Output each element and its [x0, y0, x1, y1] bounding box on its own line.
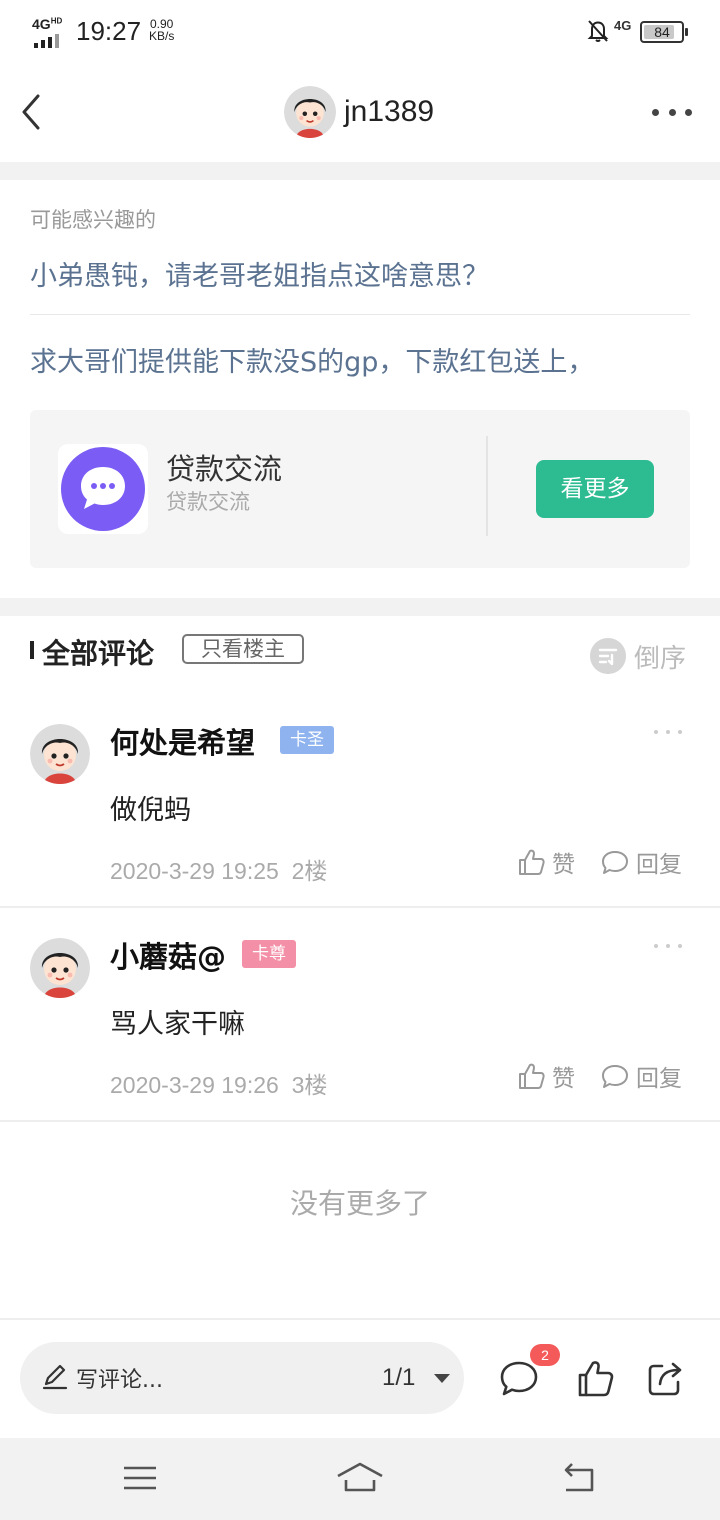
- reply-button[interactable]: 回复: [600, 1056, 682, 1096]
- comment-meta: 2020-3-29 19:25 2楼: [110, 858, 328, 884]
- post-author[interactable]: jn1389: [284, 86, 434, 138]
- chat-bubble-icon: [58, 444, 148, 534]
- reply-button[interactable]: 回复: [600, 842, 682, 882]
- bell-off-icon: [587, 20, 609, 42]
- divider: [0, 1120, 720, 1122]
- divider: [486, 436, 488, 536]
- back-button[interactable]: [14, 86, 54, 138]
- page-header: jn1389: [0, 64, 720, 162]
- mobile-data-indicator: 4G: [614, 18, 632, 33]
- menu-icon[interactable]: [122, 1464, 158, 1492]
- more-dots-icon: [652, 108, 659, 116]
- section-label: 可能感兴趣的: [30, 208, 156, 232]
- thumbs-up-icon: [516, 1061, 546, 1091]
- comments-section: 全部评论 只看楼主 倒序 何处是希望 卡圣 做倪蚂 2020-3-29 19:2…: [0, 616, 720, 1318]
- comments-title: 全部评论: [42, 637, 155, 670]
- commenter-name[interactable]: 何处是希望: [110, 720, 255, 762]
- commenter-name[interactable]: 小蘑菇@: [110, 934, 226, 976]
- page-indicator[interactable]: 1/1: [382, 1364, 415, 1392]
- network-type: 4GHD: [32, 16, 63, 32]
- comment-input[interactable]: 写评论... 1/1: [20, 1342, 464, 1414]
- thumbs-up-icon[interactable]: [576, 1358, 614, 1398]
- signal-bars-icon: [34, 34, 59, 48]
- group-title: 贷款交流: [166, 452, 283, 486]
- avatar[interactable]: [30, 938, 90, 998]
- see-more-button[interactable]: 看更多: [536, 460, 654, 518]
- only-author-button[interactable]: 只看楼主: [182, 634, 304, 664]
- comment-input-placeholder: 写评论...: [76, 1368, 163, 1393]
- user-badge: 卡圣: [280, 726, 334, 754]
- sort-toggle[interactable]: 倒序: [590, 638, 686, 674]
- system-navigation-bar: [0, 1438, 720, 1520]
- divider: [30, 314, 690, 315]
- pen-icon: [42, 1364, 68, 1390]
- end-of-list-text: 没有更多了: [289, 1187, 430, 1220]
- back-icon[interactable]: [560, 1462, 598, 1494]
- sort-icon: [590, 638, 626, 674]
- recommended-post-link[interactable]: 小弟愚钝，请老哥老姐指点这啥意思？: [30, 254, 489, 293]
- comment-bubble-icon: [600, 1061, 630, 1091]
- comment-meta: 2020-3-29 19:26 3楼: [110, 1072, 328, 1098]
- caret-down-icon[interactable]: [434, 1374, 450, 1383]
- like-button[interactable]: 赞: [516, 1056, 575, 1096]
- user-badge: 卡尊: [242, 940, 296, 968]
- share-icon[interactable]: [646, 1360, 684, 1398]
- comment-item: 何处是希望 卡圣 做倪蚂 2020-3-29 19:25 2楼 赞 回复: [0, 696, 720, 908]
- battery-level: 84: [654, 24, 670, 40]
- comment-bubble-icon: [600, 847, 630, 877]
- recommend-section: 可能感兴趣的 小弟愚钝，请老哥老姐指点这啥意思？ 求大哥们提供能下款没S的gp，…: [0, 180, 720, 598]
- divider: [0, 906, 720, 908]
- recommended-post-link[interactable]: 求大哥们提供能下款没S的gp，下款红包送上，: [30, 340, 594, 379]
- comment-more-button[interactable]: [654, 730, 682, 738]
- section-marker: [30, 641, 34, 659]
- home-icon[interactable]: [334, 1460, 386, 1494]
- avatar[interactable]: [30, 724, 90, 784]
- comment-text: 骂人家干嘛: [110, 1009, 245, 1040]
- status-bar: 4GHD 19:27 0.90 KB/s 4G 84: [0, 0, 720, 64]
- comment-bubble-icon[interactable]: [498, 1360, 540, 1398]
- author-name: jn1389: [344, 95, 435, 128]
- like-button[interactable]: 赞: [516, 842, 575, 882]
- signal-indicator: 4GHD: [32, 16, 68, 48]
- network-speed: 0.90 KB/s: [149, 17, 175, 43]
- comment-more-button[interactable]: [654, 944, 682, 952]
- comment-item: 小蘑菇@ 卡尊 骂人家干嘛 2020-3-29 19:26 3楼 赞 回复: [0, 910, 720, 1122]
- group-subtitle: 贷款交流: [166, 490, 250, 514]
- comment-text: 做倪蚂: [110, 795, 191, 826]
- group-card[interactable]: 贷款交流 贷款交流 看更多: [30, 410, 690, 568]
- bottom-action-bar: 写评论... 1/1 2: [0, 1318, 720, 1438]
- sort-label: 倒序: [634, 643, 687, 674]
- more-options-button[interactable]: [652, 100, 692, 124]
- thumbs-up-icon: [516, 847, 546, 877]
- clock: 19:27: [76, 16, 142, 46]
- comment-count-badge: 2: [530, 1344, 560, 1366]
- avatar: [284, 86, 336, 138]
- battery-icon: 84: [640, 21, 688, 43]
